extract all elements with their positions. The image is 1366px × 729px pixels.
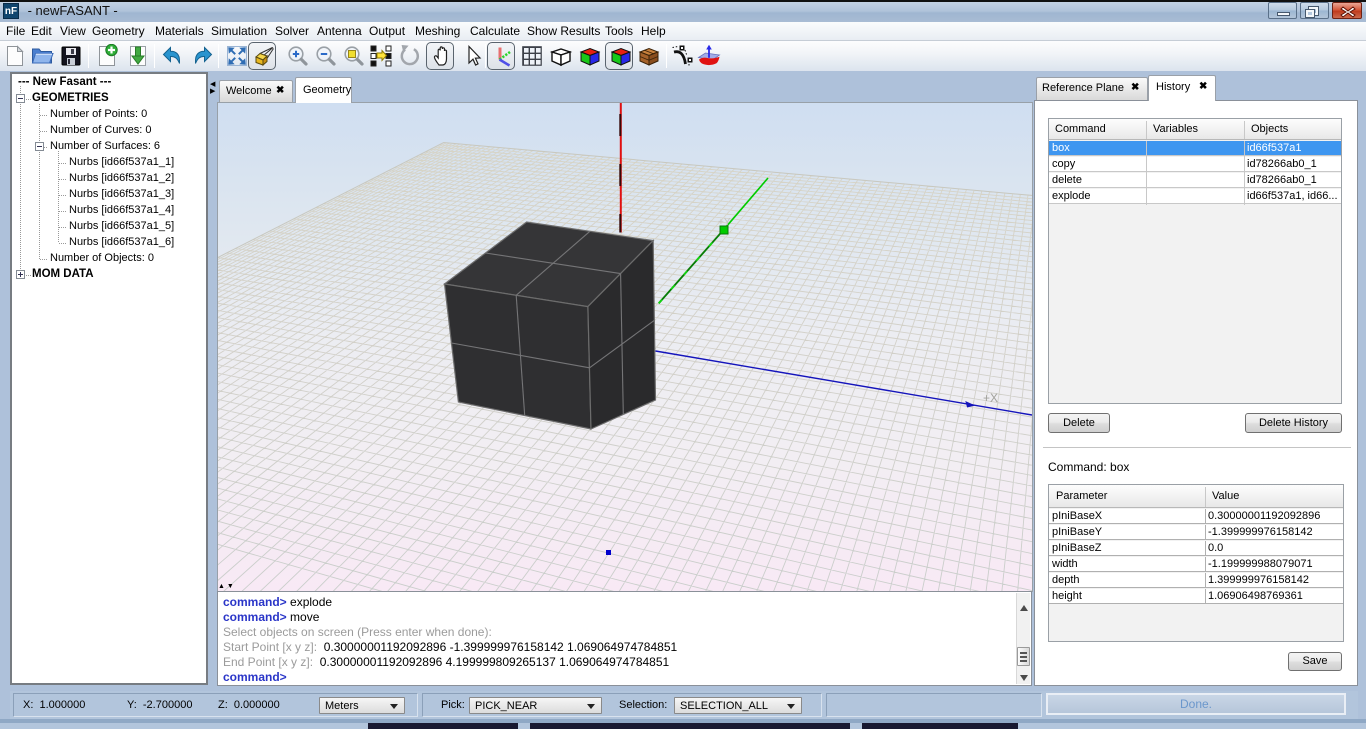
svg-text:+Y: +Y <box>718 217 731 228</box>
svg-text:+X: +X <box>983 391 998 405</box>
